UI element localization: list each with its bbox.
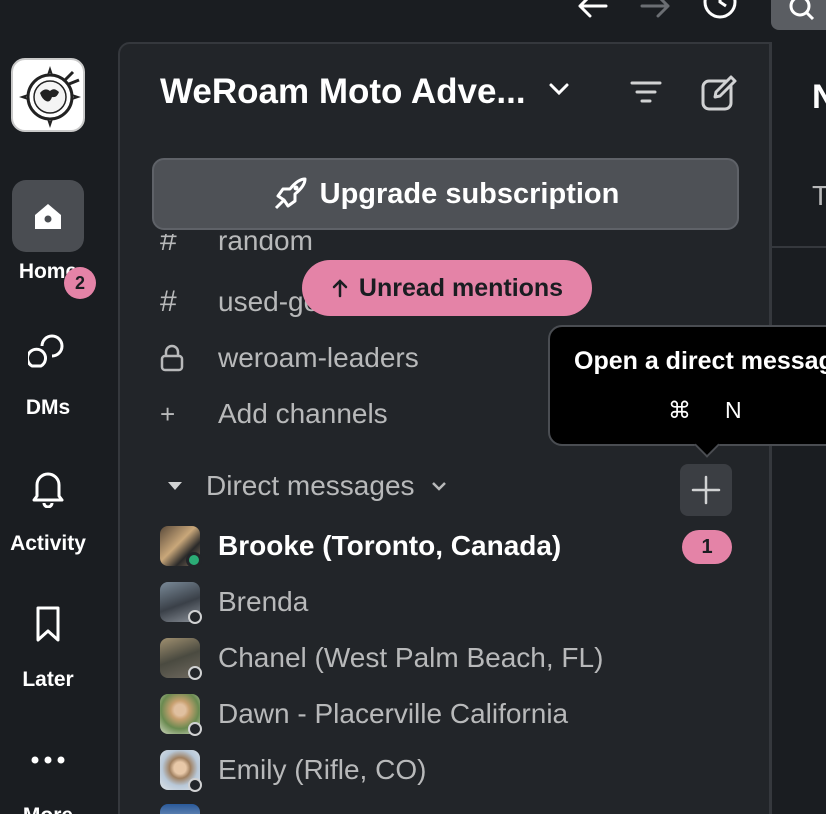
command-key: ⌘ bbox=[668, 397, 691, 423]
compose-icon[interactable] bbox=[700, 74, 738, 117]
compass-globe-icon bbox=[19, 66, 81, 128]
plus-icon bbox=[691, 475, 721, 505]
away-status-icon bbox=[188, 778, 202, 792]
arrow-up-icon bbox=[332, 279, 348, 298]
chevron-down-icon[interactable] bbox=[548, 82, 570, 101]
rail-label-later: Later bbox=[22, 668, 74, 691]
search-button[interactable] bbox=[771, 0, 826, 30]
lock-icon bbox=[160, 344, 218, 372]
left-rail: Home DMs 2 Activity Later More bbox=[0, 42, 118, 814]
channel-item-weroam-leaders[interactable]: weroam-leaders bbox=[160, 336, 419, 380]
workspace-name[interactable]: WeRoam Moto Adve... bbox=[160, 72, 526, 112]
n-key: N bbox=[725, 397, 742, 423]
bell-icon bbox=[12, 452, 84, 524]
unread-mentions-label: Unread mentions bbox=[358, 273, 564, 302]
channel-title: N bbox=[812, 78, 826, 116]
direct-messages-section-header[interactable]: Direct messages bbox=[166, 470, 447, 502]
divider bbox=[772, 246, 826, 248]
history-clock-icon[interactable] bbox=[700, 0, 740, 26]
rocket-icon bbox=[274, 177, 307, 210]
rail-item-more[interactable]: More bbox=[0, 724, 96, 814]
dms-icon bbox=[12, 316, 84, 388]
unread-mentions-pill[interactable]: Unread mentions bbox=[302, 260, 592, 316]
away-status-icon bbox=[188, 610, 202, 624]
upgrade-label: Upgrade subscription bbox=[319, 177, 620, 210]
channel-tab[interactable]: T bbox=[812, 180, 826, 212]
filter-icon[interactable] bbox=[630, 80, 662, 109]
forward-arrow-icon[interactable] bbox=[636, 0, 676, 26]
ellipsis-icon bbox=[12, 724, 84, 796]
new-direct-message-button[interactable] bbox=[680, 464, 732, 516]
keyboard-shortcut: ⌘ N bbox=[668, 397, 742, 424]
hash-icon: # bbox=[160, 234, 177, 257]
top-bar bbox=[0, 0, 826, 42]
channel-name: weroam-leaders bbox=[218, 342, 419, 373]
rail-label-activity: Activity bbox=[10, 532, 86, 555]
dm-item-chanel[interactable]: Chanel (West Palm Beach, FL) bbox=[160, 636, 603, 680]
unread-count-badge: 1 bbox=[682, 530, 732, 564]
back-arrow-icon[interactable] bbox=[572, 0, 612, 26]
away-status-icon bbox=[188, 722, 202, 736]
tooltip-title: Open a direct message bbox=[574, 347, 826, 375]
home-icon bbox=[12, 180, 84, 252]
channel-item-used-gear[interactable]: # used-ge bbox=[160, 280, 319, 324]
direct-messages-label: Direct messages bbox=[206, 470, 415, 501]
rail-item-later[interactable]: Later bbox=[0, 588, 96, 692]
online-status-icon bbox=[186, 552, 202, 568]
dm-item-emily[interactable]: Emily (Rifle, CO) bbox=[160, 748, 426, 792]
chevron-down-icon bbox=[431, 482, 446, 491]
add-channels-button[interactable]: + Add channels bbox=[160, 392, 388, 436]
new-message-tooltip: Open a direct message ⌘ N bbox=[548, 325, 826, 458]
avatar bbox=[160, 804, 200, 814]
rail-item-dms[interactable]: DMs bbox=[0, 316, 96, 420]
dm-name: Dawn - Placerville California bbox=[218, 698, 569, 729]
bookmark-icon bbox=[12, 588, 84, 660]
dm-item-partial[interactable] bbox=[160, 802, 218, 814]
caret-down-icon bbox=[168, 482, 182, 490]
upgrade-subscription-button[interactable]: Upgrade subscription bbox=[152, 158, 739, 230]
workspace-logo[interactable] bbox=[11, 58, 85, 132]
add-channels-label: Add channels bbox=[218, 398, 388, 429]
dm-name: Chanel (West Palm Beach, FL) bbox=[218, 642, 604, 673]
dm-name: Brooke (Toronto, Canada) bbox=[218, 530, 562, 561]
channel-name: random bbox=[218, 234, 313, 256]
search-icon bbox=[789, 0, 815, 21]
dm-item-brooke[interactable]: Brooke (Toronto, Canada) bbox=[160, 524, 561, 568]
rail-item-activity[interactable]: Activity bbox=[0, 452, 96, 556]
hash-icon: # bbox=[160, 285, 177, 318]
dm-item-dawn[interactable]: Dawn - Placerville California bbox=[160, 692, 568, 736]
dm-item-brenda[interactable]: Brenda bbox=[160, 580, 308, 624]
rail-label-dms: DMs bbox=[25, 396, 71, 419]
dm-name: Brenda bbox=[218, 586, 309, 617]
away-status-icon bbox=[188, 666, 202, 680]
rail-label-more: More bbox=[0, 804, 96, 814]
dm-name: Emily (Rifle, CO) bbox=[218, 754, 427, 785]
plus-icon: + bbox=[160, 398, 176, 429]
dms-badge: 2 bbox=[64, 267, 96, 299]
